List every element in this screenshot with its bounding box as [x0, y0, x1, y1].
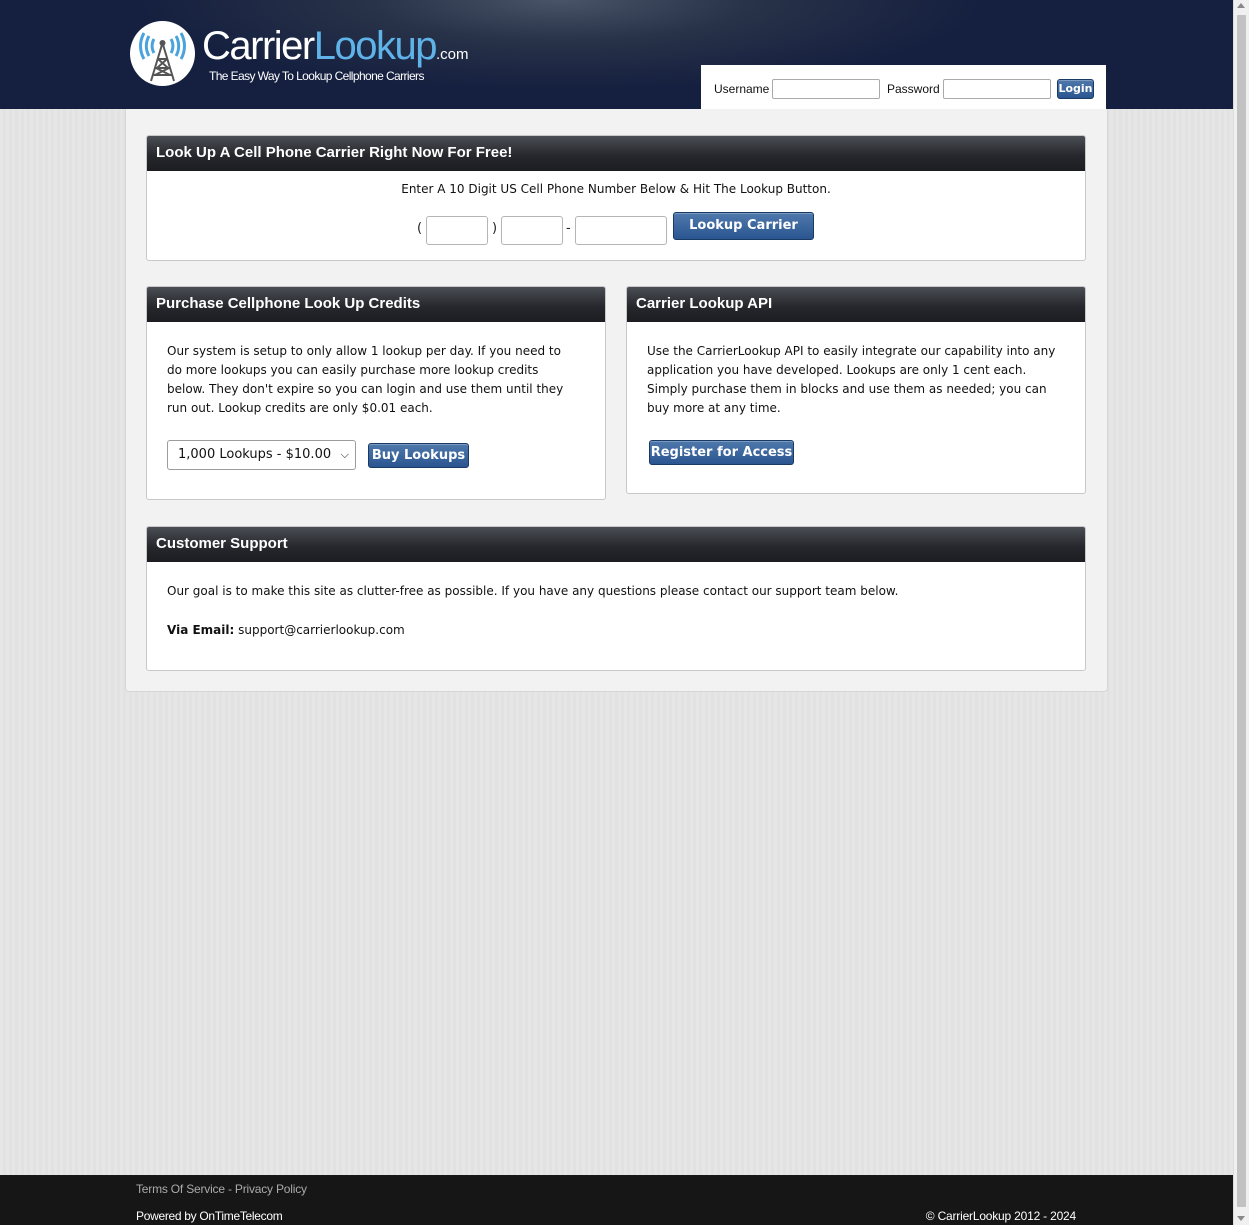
dash: -: [566, 221, 571, 236]
logo-lookup: Lookup: [313, 24, 438, 68]
support-email-line: Via Email: support@carrierlookup.com: [167, 621, 405, 640]
credits-panel: Purchase Cellphone Look Up Credits Our s…: [146, 286, 606, 500]
logo-carrier: Carrier: [202, 24, 315, 68]
logo-com: .com: [435, 46, 469, 63]
footer-links: Terms Of Service - Privacy Policy: [136, 1182, 307, 1196]
password-label: Password: [887, 82, 940, 96]
lookup-panel: Look Up A Cell Phone Carrier Right Now F…: [146, 135, 1086, 261]
username-label: Username: [714, 82, 770, 96]
scroll-down-arrow-icon[interactable]: [1237, 1216, 1245, 1221]
privacy-link[interactable]: Privacy Policy: [235, 1182, 307, 1196]
username-input[interactable]: [772, 79, 880, 99]
cell-tower-icon: [139, 32, 186, 82]
support-panel-title: Customer Support: [147, 527, 1085, 562]
email-label: Via Email:: [167, 623, 235, 637]
logo-tagline: The Easy Way To Lookup Cellphone Carrier…: [209, 69, 424, 83]
support-description: Our goal is to make this site as clutter…: [167, 584, 899, 598]
api-panel: Carrier Lookup API Use the CarrierLookup…: [626, 286, 1086, 494]
login-form: Username Password Login: [701, 65, 1106, 109]
lookup-package-select[interactable]: 1,000 Lookups - $10.00 ⌵: [167, 440, 356, 470]
site-footer: Terms Of Service - Privacy Policy Powere…: [0, 1175, 1233, 1225]
register-for-access-button[interactable]: Register for Access: [649, 440, 794, 465]
vertical-scrollbar[interactable]: [1233, 0, 1249, 1225]
lookup-package-value: 1,000 Lookups - $10.00: [178, 447, 332, 462]
credits-panel-title: Purchase Cellphone Look Up Credits: [147, 287, 605, 322]
close-paren: ): [492, 221, 498, 236]
api-description: Use the CarrierLookup API to easily inte…: [647, 344, 1056, 415]
lookup-carrier-button[interactable]: Lookup Carrier Now: [673, 212, 814, 259]
prefix-input[interactable]: [501, 216, 563, 245]
area-code-input[interactable]: [426, 216, 488, 245]
open-paren: (: [417, 221, 423, 236]
password-input[interactable]: [943, 79, 1051, 99]
logo-badge[interactable]: [130, 21, 195, 86]
chevron-down-icon: ⌵: [340, 448, 349, 461]
line-number-input[interactable]: [575, 216, 667, 245]
powered-by-link[interactable]: Powered by OnTimeTelecom: [136, 1209, 283, 1223]
copyright-text: © CarrierLookup 2012 - 2024: [925, 1209, 1076, 1223]
scroll-up-arrow-icon[interactable]: [1237, 3, 1245, 8]
scrollbar-thumb[interactable]: [1237, 15, 1246, 1207]
lookup-panel-title: Look Up A Cell Phone Carrier Right Now F…: [147, 136, 1085, 171]
lookup-instruction: Enter A 10 Digit US Cell Phone Number Be…: [401, 182, 831, 196]
login-button[interactable]: Login: [1057, 79, 1094, 99]
support-email-link[interactable]: support@carrierlookup.com: [238, 623, 405, 637]
site-header: CarrierLookup.com The Easy Way To Lookup…: [0, 0, 1233, 109]
api-panel-title: Carrier Lookup API: [627, 287, 1085, 322]
support-panel: Customer Support Our goal is to make thi…: [146, 526, 1086, 671]
main-content: Look Up A Cell Phone Carrier Right Now F…: [125, 109, 1108, 692]
buy-lookups-button[interactable]: Buy Lookups: [368, 443, 469, 468]
footer-separator: -: [224, 1182, 235, 1196]
terms-link[interactable]: Terms Of Service: [136, 1182, 225, 1196]
credits-description: Our system is setup to only allow 1 look…: [167, 344, 564, 415]
